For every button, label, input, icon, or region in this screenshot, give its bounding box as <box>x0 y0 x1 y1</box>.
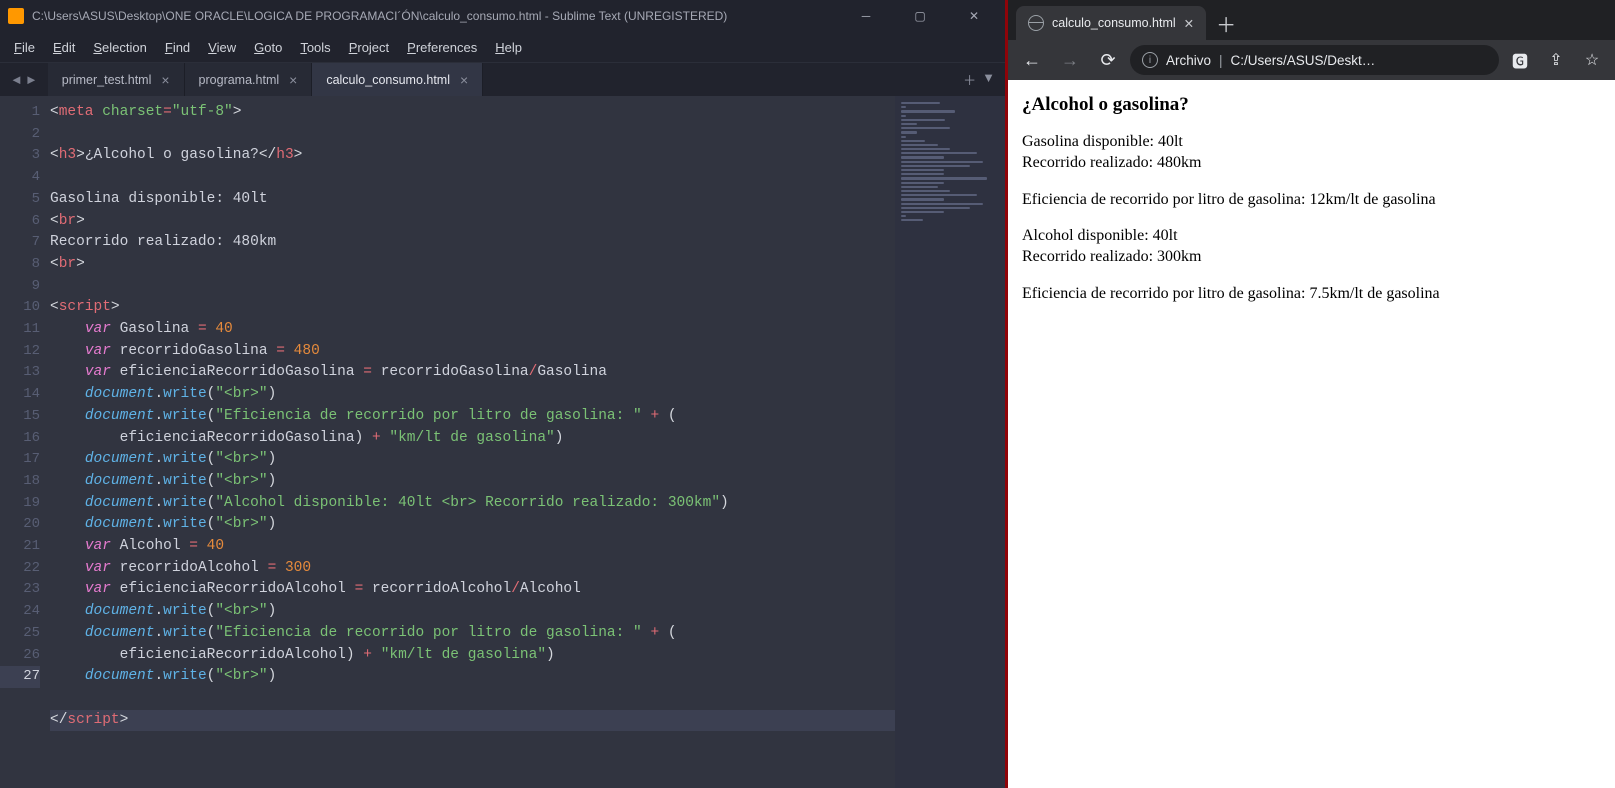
para-eficiencia-gasolina: Eficiencia de recorrido por litro de gas… <box>1022 190 1601 211</box>
back-button[interactable]: ← <box>1016 44 1048 76</box>
code-line[interactable]: document.write("<br>") <box>50 666 895 688</box>
code-content[interactable]: <meta charset="utf-8"> <h3>¿Alcohol o ga… <box>50 96 895 788</box>
close-icon[interactable]: × <box>161 72 169 88</box>
code-line[interactable]: document.write("Eficiencia de recorrido … <box>50 623 895 645</box>
menu-edit[interactable]: Edit <box>45 36 83 59</box>
chrome-window: calculo_consumo.html ✕ ＋ ← → ⟳ i Archivo… <box>1008 0 1615 788</box>
code-line[interactable]: var eficienciaRecorridoGasolina = recorr… <box>50 362 895 384</box>
code-line[interactable]: var recorridoGasolina = 480 <box>50 341 895 363</box>
minimap[interactable] <box>895 96 1005 788</box>
menu-view[interactable]: View <box>200 36 244 59</box>
para-eficiencia-alcohol: Eficiencia de recorrido por litro de gas… <box>1022 284 1601 305</box>
editor-tab-label: calculo_consumo.html <box>326 73 450 87</box>
code-line[interactable]: document.write("<br>") <box>50 384 895 406</box>
chrome-tabstrip: calculo_consumo.html ✕ ＋ <box>1008 0 1615 40</box>
menu-find[interactable]: Find <box>157 36 198 59</box>
omnibox[interactable]: i Archivo | C:/Users/ASUS/Deskt… <box>1130 45 1499 75</box>
code-line[interactable]: <script> <box>50 297 895 319</box>
editor-tab-label: programa.html <box>199 73 280 87</box>
menu-tools[interactable]: Tools <box>292 36 338 59</box>
tab-overflow-controls[interactable]: ＋ ▼ <box>953 70 1005 89</box>
code-line[interactable]: Gasolina disponible: 40lt <box>50 189 895 211</box>
menu-goto[interactable]: Goto <box>246 36 290 59</box>
code-line[interactable]: </script> <box>50 710 895 732</box>
share-icon[interactable]: ⇪ <box>1541 45 1571 75</box>
window-maximize-button[interactable]: ▢ <box>897 0 943 32</box>
code-line[interactable]: eficienciaRecorridoGasolina) + "km/lt de… <box>50 428 895 450</box>
menu-file[interactable]: File <box>6 36 43 59</box>
code-line[interactable]: var recorridoAlcohol = 300 <box>50 558 895 580</box>
tab-history-nav[interactable]: ◄ ► <box>0 72 48 87</box>
line-number-gutter[interactable]: 1234567891011121314151617181920212223242… <box>0 96 50 788</box>
page-heading: ¿Alcohol o gasolina? <box>1022 94 1601 116</box>
para-gasolina: Gasolina disponible: 40lt Recorrido real… <box>1022 132 1601 174</box>
tab-dropdown-icon[interactable]: ▼ <box>982 70 995 89</box>
forward-button[interactable]: → <box>1054 44 1086 76</box>
code-line[interactable]: document.write("<br>") <box>50 514 895 536</box>
code-line[interactable] <box>50 688 895 710</box>
code-line[interactable]: var Alcohol = 40 <box>50 536 895 558</box>
editor-tab[interactable]: calculo_consumo.html × <box>312 63 483 96</box>
sublime-title: C:\Users\ASUS\Desktop\ONE ORACLE\LOGICA … <box>32 9 835 23</box>
sublime-tabbar: ◄ ► primer_test.html×programa.html×calcu… <box>0 62 1005 96</box>
omnibox-url: C:/Users/ASUS/Deskt… <box>1231 53 1487 68</box>
sublime-titlebar[interactable]: C:\Users\ASUS\Desktop\ONE ORACLE\LOGICA … <box>0 0 1005 32</box>
code-line[interactable]: document.write("<br>") <box>50 449 895 471</box>
editor-area: 1234567891011121314151617181920212223242… <box>0 96 1005 788</box>
menu-selection[interactable]: Selection <box>85 36 154 59</box>
code-line[interactable] <box>50 167 895 189</box>
window-minimize-button[interactable]: ─ <box>843 0 889 32</box>
code-line[interactable] <box>50 124 895 146</box>
omnibox-scheme: Archivo <box>1166 53 1211 68</box>
bookmark-star-icon[interactable]: ☆ <box>1577 45 1607 75</box>
new-browser-tab-button[interactable]: ＋ <box>1206 6 1246 40</box>
sublime-menubar: FileEditSelectionFindViewGotoToolsProjec… <box>0 32 1005 62</box>
translate-icon[interactable]: 🅶 <box>1505 45 1535 75</box>
para-alcohol: Alcohol disponible: 40lt Recorrido reali… <box>1022 226 1601 268</box>
site-info-icon[interactable]: i <box>1142 52 1158 68</box>
code-line[interactable] <box>50 276 895 298</box>
tab-back-icon[interactable]: ◄ <box>10 72 23 87</box>
code-line[interactable]: document.write("Alcohol disponible: 40lt… <box>50 493 895 515</box>
code-line[interactable]: var eficienciaRecorridoAlcohol = recorri… <box>50 579 895 601</box>
editor-tab[interactable]: primer_test.html × <box>48 63 185 96</box>
menu-help[interactable]: Help <box>487 36 530 59</box>
code-line[interactable]: Recorrido realizado: 480km <box>50 232 895 254</box>
tab-forward-icon[interactable]: ► <box>25 72 38 87</box>
sublime-window: C:\Users\ASUS\Desktop\ONE ORACLE\LOGICA … <box>0 0 1005 788</box>
close-icon[interactable]: × <box>289 72 297 88</box>
code-line[interactable]: document.write("Eficiencia de recorrido … <box>50 406 895 428</box>
page-viewport[interactable]: ¿Alcohol o gasolina? Gasolina disponible… <box>1008 80 1615 788</box>
sublime-logo-icon <box>8 8 24 24</box>
window-close-button[interactable]: ✕ <box>951 0 997 32</box>
code-line[interactable]: <h3>¿Alcohol o gasolina?</h3> <box>50 145 895 167</box>
code-line[interactable]: <br> <box>50 254 895 276</box>
code-line[interactable]: var Gasolina = 40 <box>50 319 895 341</box>
code-line[interactable]: <meta charset="utf-8"> <box>50 102 895 124</box>
tab-close-icon[interactable]: ✕ <box>1184 16 1194 31</box>
code-line[interactable]: <br> <box>50 211 895 233</box>
globe-icon <box>1028 15 1044 31</box>
code-line[interactable]: document.write("<br>") <box>50 471 895 493</box>
close-icon[interactable]: × <box>460 72 468 88</box>
editor-tab-label: primer_test.html <box>62 73 152 87</box>
browser-tab[interactable]: calculo_consumo.html ✕ <box>1016 6 1206 40</box>
chrome-toolbar: ← → ⟳ i Archivo | C:/Users/ASUS/Deskt… 🅶… <box>1008 40 1615 80</box>
reload-button[interactable]: ⟳ <box>1092 44 1124 76</box>
menu-project[interactable]: Project <box>341 36 397 59</box>
new-tab-icon[interactable]: ＋ <box>963 70 976 89</box>
editor-tab[interactable]: programa.html × <box>185 63 313 96</box>
code-line[interactable]: document.write("<br>") <box>50 601 895 623</box>
code-line[interactable]: eficienciaRecorridoAlcohol) + "km/lt de … <box>50 645 895 667</box>
menu-preferences[interactable]: Preferences <box>399 36 485 59</box>
browser-tab-title: calculo_consumo.html <box>1052 16 1176 30</box>
